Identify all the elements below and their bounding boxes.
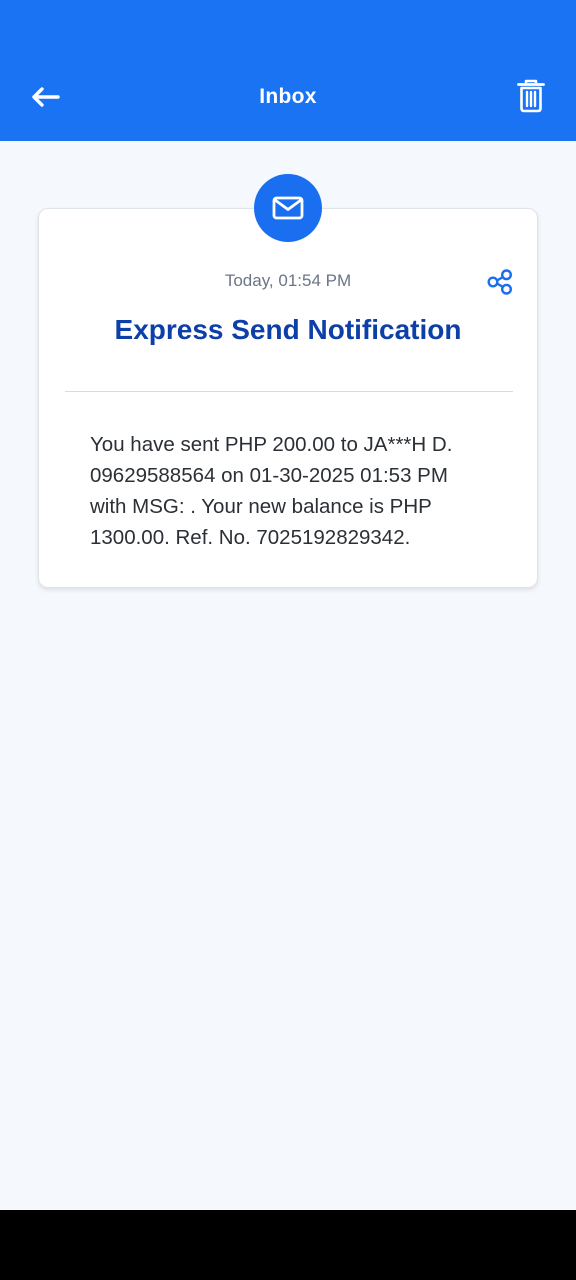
notification-title: Express Send Notification [114,314,462,345]
mail-icon [272,196,304,220]
share-button[interactable] [485,267,515,297]
mail-badge [254,174,322,242]
trash-icon [517,79,545,113]
notification-timestamp: Today, 01:54 PM [224,271,352,290]
notification-message: You have sent PHP 200.00 to JA***H D. 09… [90,433,453,549]
system-navigation-bar [0,1210,576,1280]
app-bar: Inbox [0,0,576,141]
notification-card: Today, 01:54 PM Express Send Notificatio… [38,208,538,588]
inbox-screen: Inbox Today, 01:54 PM Express Send Notif… [0,0,576,1280]
page-title: Inbox [259,85,317,108]
divider [65,391,513,392]
delete-button[interactable] [512,76,550,116]
share-icon [487,269,513,295]
